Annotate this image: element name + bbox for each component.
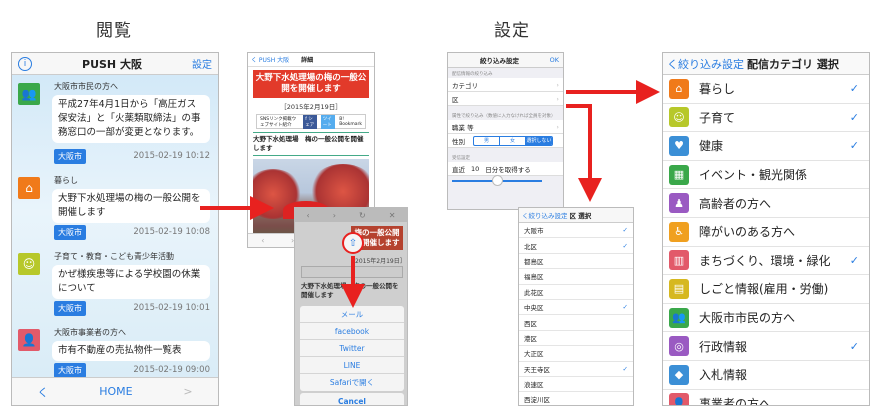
- flow-arrows: [200, 80, 660, 308]
- arrow-to-ward: [566, 104, 602, 202]
